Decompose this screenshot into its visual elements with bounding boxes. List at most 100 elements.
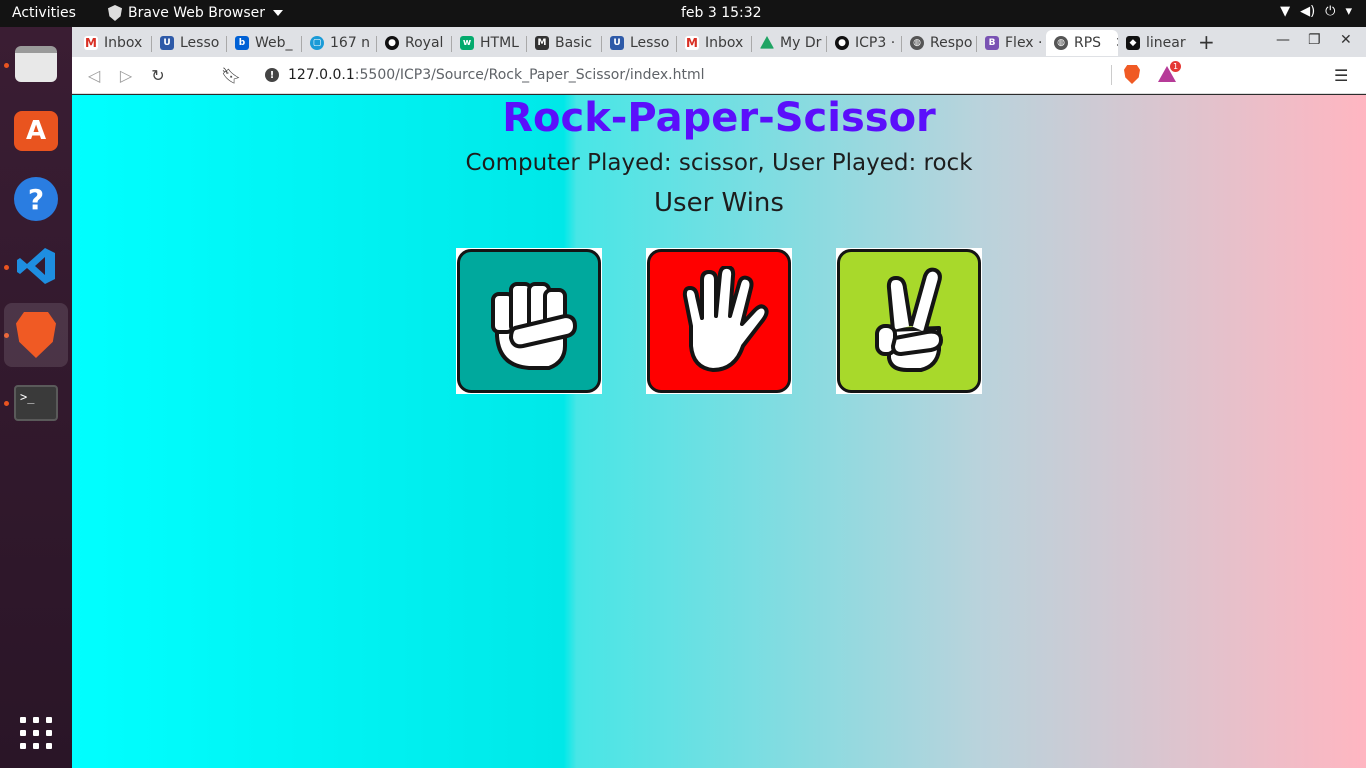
- w3schools-icon: w: [460, 36, 474, 50]
- close-window-button[interactable]: ✕: [1340, 32, 1352, 48]
- dock-software[interactable]: A: [4, 99, 68, 163]
- files-icon: [15, 46, 57, 82]
- scissor-tile: [837, 249, 981, 393]
- rock-fist-icon: [491, 282, 577, 370]
- tab-label: ICP3 ·: [855, 35, 896, 51]
- divider: [1111, 65, 1112, 85]
- dock-files[interactable]: [4, 32, 68, 96]
- tab-rps[interactable]: ◍RPS✕: [1046, 30, 1118, 56]
- restore-button[interactable]: ❐: [1308, 32, 1321, 48]
- brave-rewards-button[interactable]: 1: [1158, 61, 1181, 82]
- app-menu-label: Brave Web Browser: [128, 5, 265, 21]
- new-tab-button[interactable]: +: [1198, 30, 1215, 54]
- tab-label: Web_: [255, 35, 293, 51]
- chat-icon: ▢: [310, 36, 324, 50]
- chevron-down-icon: ▾: [1345, 4, 1352, 19]
- github-icon: ●: [385, 36, 399, 50]
- result-text: Computer Played: scissor, User Played: r…: [465, 150, 973, 176]
- power-icon: ⏻: [1325, 4, 1336, 19]
- bootstrap-icon: B: [985, 36, 999, 50]
- vscode-icon: [15, 245, 57, 287]
- brave-icon: [16, 312, 56, 358]
- back-button[interactable]: ◁: [83, 64, 105, 86]
- clock[interactable]: feb 3 15:32: [681, 5, 762, 21]
- activities-button[interactable]: Activities: [12, 5, 76, 21]
- volume-icon: ◀): [1300, 4, 1316, 19]
- umkc-icon: U: [160, 36, 174, 50]
- tab-label: linear: [1146, 35, 1186, 51]
- page-title: Rock-Paper-Scissor: [502, 95, 936, 141]
- tab-strip: M Inbox U Lesso b Web_ ▢ 167 n ● Royal w HTML …: [72, 27, 1366, 57]
- page-icon: ◆: [1126, 36, 1140, 50]
- tab-label: RPS: [1074, 35, 1102, 51]
- rock-tile: [457, 249, 601, 393]
- forward-button[interactable]: ▷: [115, 64, 137, 86]
- reload-button[interactable]: ↻: [147, 64, 169, 86]
- rock-button[interactable]: [456, 248, 602, 394]
- tab-inbox-2[interactable]: M Inbox: [677, 30, 747, 56]
- drive-icon: [760, 36, 774, 49]
- url-text: 127.0.0.1:5500/ICP3/Source/Rock_Paper_Sc…: [288, 67, 705, 83]
- url-path: :5500/ICP3/Source/Rock_Paper_Scissor/ind…: [354, 67, 705, 83]
- tab-label: Inbox: [705, 35, 744, 51]
- tab-label: Lesso: [630, 35, 670, 51]
- tab-label: Inbox: [104, 35, 143, 51]
- box-icon: b: [235, 36, 249, 50]
- gmail-icon: M: [685, 36, 699, 50]
- page-content: Rock-Paper-Scissor Computer Played: scis…: [72, 95, 1366, 768]
- minimize-button[interactable]: —: [1276, 32, 1290, 48]
- tab-lesson-2[interactable]: U Lesso: [602, 30, 672, 56]
- winner-text: User Wins: [654, 188, 784, 218]
- scissor-button[interactable]: [836, 248, 982, 394]
- system-tray[interactable]: ▼ ◀) ⏻ ▾: [1280, 4, 1352, 19]
- dock-show-apps[interactable]: [4, 701, 68, 765]
- markdown-icon: M: [535, 36, 549, 50]
- tab-label: Flex · I: [1005, 35, 1047, 51]
- tab-label: Respo: [930, 35, 972, 51]
- dock-vscode[interactable]: [4, 234, 68, 298]
- software-store-icon: A: [14, 111, 58, 151]
- tab-linear[interactable]: ◆ linear: [1118, 30, 1192, 56]
- gmail-icon: M: [84, 36, 98, 50]
- dock-brave[interactable]: [4, 303, 68, 367]
- url-host: 127.0.0.1: [288, 67, 355, 83]
- dock: A ? >_: [0, 27, 72, 768]
- wifi-icon: ▼: [1280, 4, 1291, 19]
- scissor-hand-icon: [875, 267, 943, 372]
- tab-chat[interactable]: ▢ 167 n: [302, 30, 372, 56]
- github-icon: ●: [835, 36, 849, 50]
- address-bar[interactable]: ! 127.0.0.1:5500/ICP3/Source/Rock_Paper_…: [255, 61, 1185, 89]
- tab-label: Royal: [405, 35, 444, 51]
- paper-button[interactable]: [646, 248, 792, 394]
- tab-responsive[interactable]: ◍ Respo: [902, 30, 972, 56]
- dock-terminal[interactable]: >_: [4, 371, 68, 435]
- bookmark-icon[interactable]: 🔖︎: [220, 64, 242, 86]
- browser-toolbar: ◁ ▷ ↻ 🔖︎ ! 127.0.0.1:5500/ICP3/Source/Ro…: [72, 57, 1366, 94]
- globe-icon: ◍: [910, 36, 924, 50]
- tab-icp3[interactable]: ● ICP3 ·: [827, 30, 897, 56]
- tab-drive[interactable]: My Dr: [752, 30, 822, 56]
- brave-lion-icon: [108, 5, 122, 21]
- tab-label: HTML: [480, 35, 519, 51]
- tab-royal[interactable]: ● Royal: [377, 30, 447, 56]
- terminal-icon: >_: [14, 385, 58, 421]
- globe-icon: ◍: [1054, 36, 1068, 50]
- tab-inbox[interactable]: M Inbox: [76, 30, 146, 56]
- help-icon: ?: [14, 177, 58, 221]
- tab-lesson[interactable]: U Lesso: [152, 30, 222, 56]
- tab-label: My Dr: [780, 35, 822, 51]
- tab-flex[interactable]: B Flex · I: [977, 30, 1047, 56]
- tab-web[interactable]: b Web_: [227, 30, 297, 56]
- tab-html[interactable]: w HTML: [452, 30, 522, 56]
- show-apps-icon: [20, 717, 52, 749]
- umkc-icon: U: [610, 36, 624, 50]
- rewards-badge: 1: [1170, 61, 1181, 72]
- tab-label: 167 n: [330, 35, 371, 51]
- site-info-icon[interactable]: !: [265, 68, 279, 82]
- browser-window: M Inbox U Lesso b Web_ ▢ 167 n ● Royal w HTML …: [72, 27, 1366, 768]
- tab-basic[interactable]: M Basic: [527, 30, 597, 56]
- chevron-down-icon: [273, 10, 283, 16]
- dock-help[interactable]: ?: [4, 167, 68, 231]
- app-menu[interactable]: Brave Web Browser: [108, 5, 283, 21]
- hamburger-menu-icon[interactable]: ☰: [1334, 66, 1348, 85]
